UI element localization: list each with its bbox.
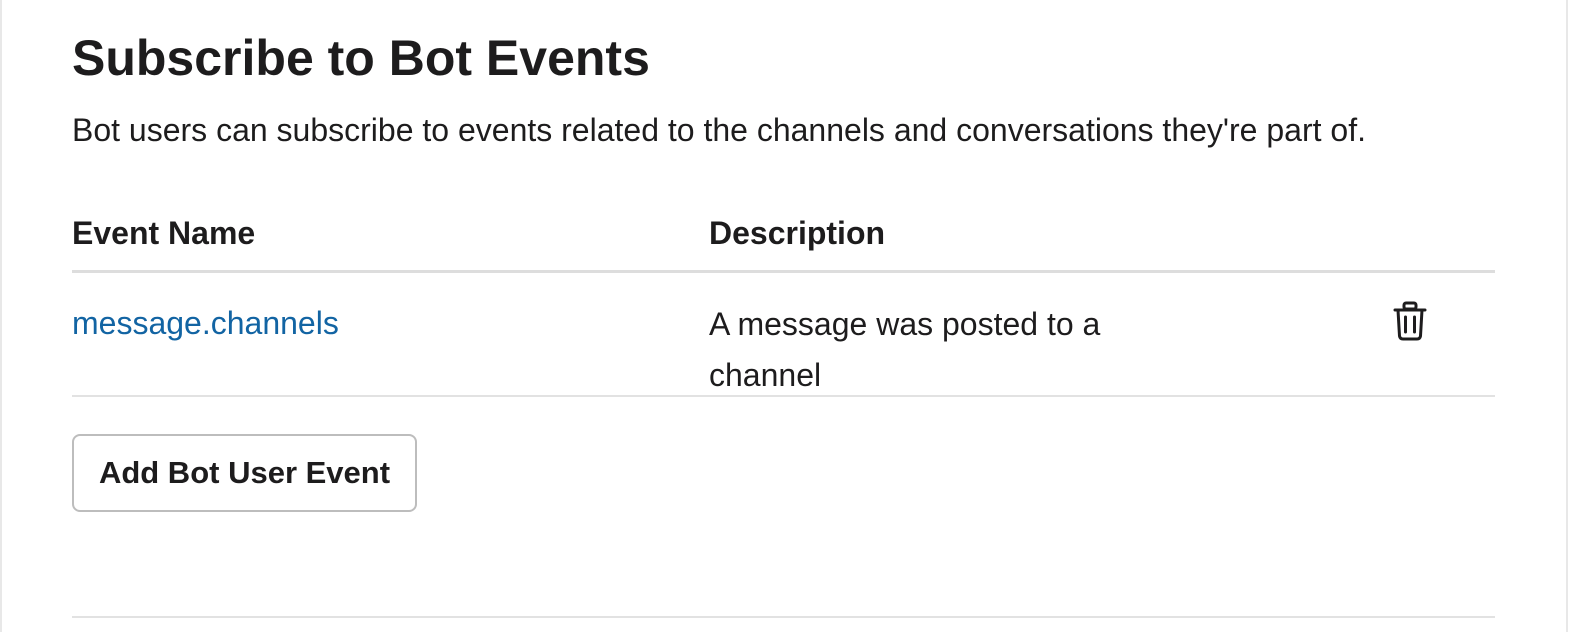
table-header-row: Event Name Description bbox=[72, 205, 1495, 273]
header-event-name: Event Name bbox=[72, 215, 256, 251]
table-row: message.channels A message was posted to… bbox=[72, 273, 1495, 397]
trash-icon-graphic bbox=[1393, 301, 1427, 341]
add-bot-user-event-button[interactable]: Add Bot User Event bbox=[72, 434, 417, 512]
right-border bbox=[1566, 0, 1568, 632]
section-title: Subscribe to Bot Events bbox=[72, 30, 650, 86]
bot-events-page: Subscribe to Bot Events Bot users can su… bbox=[0, 0, 1586, 632]
trash-icon[interactable] bbox=[1390, 299, 1430, 343]
event-name-link[interactable]: message.channels bbox=[72, 301, 339, 345]
events-table: Event Name Description message.channels … bbox=[72, 205, 1495, 397]
event-description: A message was posted to a channel bbox=[709, 306, 1101, 393]
section-divider bbox=[72, 616, 1495, 618]
left-border bbox=[0, 0, 2, 632]
header-description: Description bbox=[709, 215, 886, 251]
section-subtitle: Bot users can subscribe to events relate… bbox=[72, 112, 1366, 148]
